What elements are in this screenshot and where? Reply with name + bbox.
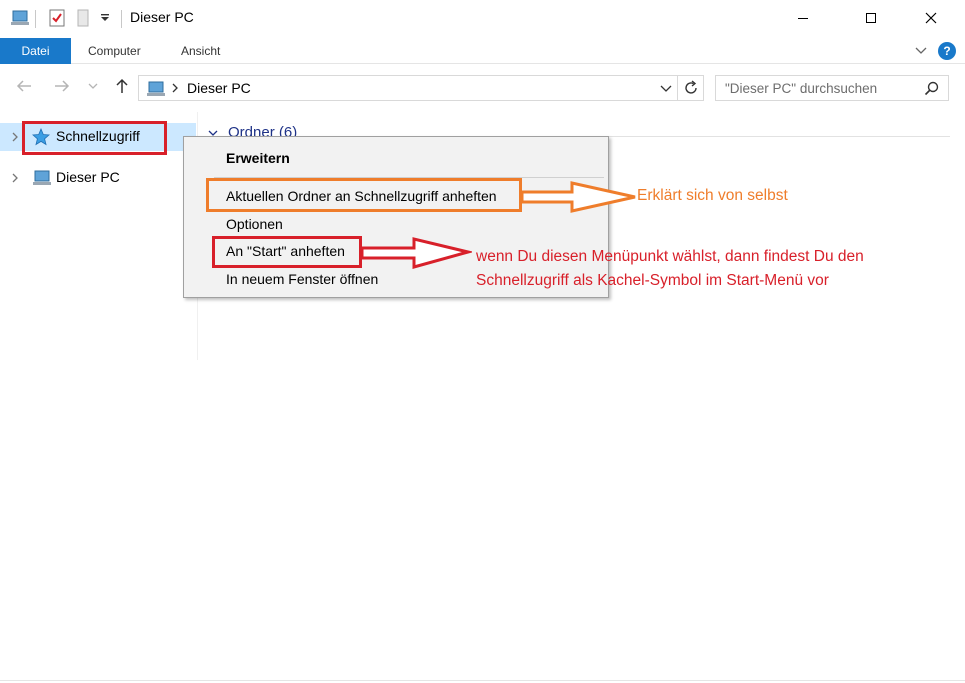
annotation-red-line-1: wenn Du diesen Menüpunkt wählst, dann fi… — [476, 248, 864, 265]
highlight-quick-access — [22, 121, 167, 155]
properties-icon[interactable] — [48, 8, 66, 28]
highlight-pin-quick-access — [206, 178, 522, 212]
tab-computer[interactable]: Computer — [88, 38, 141, 64]
red-arrow — [360, 237, 472, 269]
computer-icon[interactable] — [10, 9, 30, 27]
up-button[interactable] — [112, 76, 132, 96]
window-title: Dieser PC — [130, 9, 194, 25]
forward-arrow-icon — [55, 80, 70, 92]
close-icon — [925, 12, 937, 24]
search-icon[interactable] — [924, 81, 940, 97]
orange-arrow — [520, 181, 636, 213]
maximize-button[interactable] — [848, 0, 894, 36]
computer-icon — [32, 169, 52, 187]
tab-view[interactable]: Ansicht — [181, 38, 220, 64]
breadcrumb[interactable]: Dieser PC — [187, 80, 251, 96]
new-folder-icon[interactable] — [75, 9, 91, 27]
title-bar: Dieser PC — [0, 0, 965, 38]
title-separator — [121, 10, 122, 28]
address-separator — [677, 75, 678, 101]
chevron-right-icon[interactable] — [10, 131, 20, 143]
back-arrow-icon — [16, 80, 31, 92]
chevron-down-icon — [88, 83, 98, 89]
recent-locations-button[interactable] — [86, 76, 100, 96]
tab-file[interactable]: Datei — [0, 38, 71, 64]
menu-item-options[interactable]: Optionen — [226, 216, 283, 232]
address-bar[interactable]: Dieser PC — [138, 75, 704, 101]
minimize-button[interactable] — [780, 0, 826, 36]
back-button[interactable] — [14, 76, 34, 96]
ribbon: Datei Computer Ansicht — [0, 38, 965, 64]
breadcrumb-chevron-icon[interactable] — [170, 81, 180, 95]
chevron-right-icon[interactable] — [10, 172, 20, 184]
address-dropdown-icon[interactable] — [659, 81, 673, 95]
forward-button[interactable] — [52, 76, 72, 96]
maximize-icon — [866, 13, 876, 23]
close-button[interactable] — [908, 0, 954, 36]
computer-icon — [146, 80, 166, 98]
annotation-orange: Erklärt sich von selbst — [637, 187, 788, 204]
tree-item-label: Dieser PC — [56, 169, 120, 185]
menu-item-open-new-window[interactable]: In neuem Fenster öffnen — [226, 271, 378, 287]
search-input[interactable]: "Dieser PC" durchsuchen — [715, 75, 949, 101]
window-bottom-border — [0, 680, 965, 681]
help-icon[interactable]: ? — [938, 42, 956, 60]
minimize-icon — [798, 18, 808, 19]
tree-item-this-pc[interactable]: Dieser PC — [0, 164, 196, 192]
separator — [35, 10, 36, 28]
menu-item-expand[interactable]: Erweitern — [226, 150, 290, 166]
expand-ribbon-chevron-icon[interactable] — [913, 42, 929, 58]
navigation-pane: Schnellzugriff Dieser PC — [0, 112, 198, 683]
customize-toolbar-dropdown-icon[interactable] — [100, 13, 110, 23]
refresh-icon[interactable] — [682, 79, 700, 97]
search-placeholder: "Dieser PC" durchsuchen — [725, 81, 878, 96]
annotation-red-line-2: Schnellzugriff als Kachel-Symbol im Star… — [476, 272, 829, 289]
up-arrow-icon — [116, 78, 128, 93]
highlight-pin-start — [212, 236, 362, 268]
